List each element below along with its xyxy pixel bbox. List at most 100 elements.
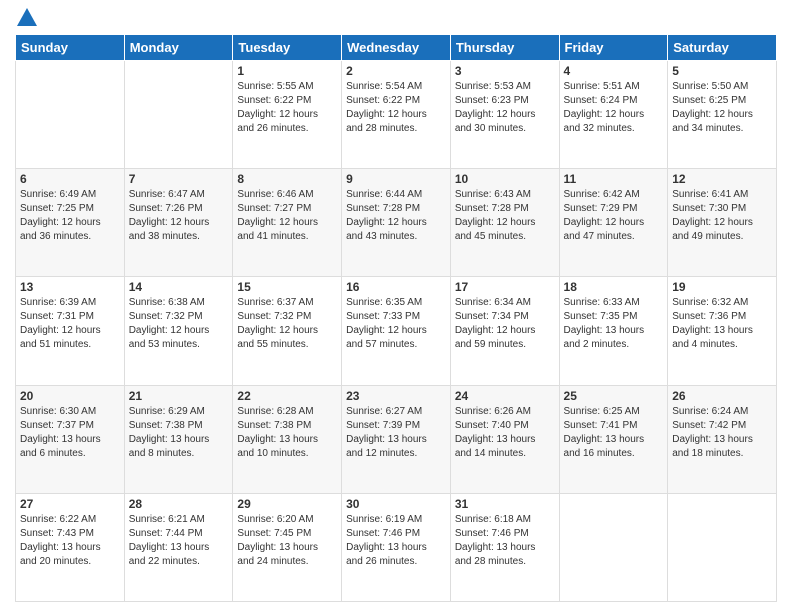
- day-number: 7: [129, 172, 229, 186]
- calendar-cell: 18 Sunrise: 6:33 AMSunset: 7:35 PMDayligh…: [559, 277, 668, 385]
- calendar-cell: [668, 493, 777, 601]
- day-number: 24: [455, 389, 555, 403]
- day-number: 30: [346, 497, 446, 511]
- logo-area: [15, 10, 37, 26]
- calendar-cell: [124, 61, 233, 169]
- day-info: Sunrise: 6:22 AMSunset: 7:43 PMDaylight:…: [20, 513, 120, 569]
- day-number: 15: [237, 280, 337, 294]
- day-number: 22: [237, 389, 337, 403]
- day-info: Sunrise: 6:29 AMSunset: 7:38 PMDaylight:…: [129, 405, 229, 461]
- calendar-cell: 3 Sunrise: 5:53 AMSunset: 6:23 PMDaylight…: [450, 61, 559, 169]
- calendar-cell: 8Sunrise: 6:46 AMSunset: 7:27 PMDaylight…: [233, 169, 342, 277]
- calendar-cell: 11 Sunrise: 6:42 AMSunset: 7:29 PMDayligh…: [559, 169, 668, 277]
- calendar-cell: [16, 61, 125, 169]
- day-info: Sunrise: 6:32 AMSunset: 7:36 PMDaylight:…: [672, 296, 772, 352]
- calendar-cell: 1Sunrise: 5:55 AMSunset: 6:22 PMDaylight…: [233, 61, 342, 169]
- calendar-cell: 4 Sunrise: 5:51 AMSunset: 6:24 PMDaylight…: [559, 61, 668, 169]
- calendar-cell: 19 Sunrise: 6:32 AMSunset: 7:36 PMDayligh…: [668, 277, 777, 385]
- day-number: 5: [672, 64, 772, 78]
- calendar-cell: 23 Sunrise: 6:27 AMSunset: 7:39 PMDayligh…: [342, 385, 451, 493]
- day-number: 4: [564, 64, 664, 78]
- calendar-cell: [559, 493, 668, 601]
- day-info: Sunrise: 6:26 AMSunset: 7:40 PMDaylight:…: [455, 405, 555, 461]
- day-info: Sunrise: 6:41 AMSunset: 7:30 PMDaylight:…: [672, 188, 772, 244]
- logo: [15, 10, 37, 26]
- day-number: 19: [672, 280, 772, 294]
- weekday-header-thursday: Thursday: [450, 35, 559, 61]
- weekday-header-wednesday: Wednesday: [342, 35, 451, 61]
- day-info: Sunrise: 6:35 AMSunset: 7:33 PMDaylight:…: [346, 296, 446, 352]
- logo-triangle-icon: [17, 8, 37, 26]
- day-info: Sunrise: 6:44 AMSunset: 7:28 PMDaylight:…: [346, 188, 446, 244]
- calendar-cell: 12 Sunrise: 6:41 AMSunset: 7:30 PMDayligh…: [668, 169, 777, 277]
- calendar-cell: 29 Sunrise: 6:20 AMSunset: 7:45 PMDayligh…: [233, 493, 342, 601]
- day-info: Sunrise: 6:33 AMSunset: 7:35 PMDaylight:…: [564, 296, 664, 352]
- day-info: Sunrise: 6:30 AMSunset: 7:37 PMDaylight:…: [20, 405, 120, 461]
- day-info: Sunrise: 6:24 AMSunset: 7:42 PMDaylight:…: [672, 405, 772, 461]
- day-number: 10: [455, 172, 555, 186]
- weekday-header-saturday: Saturday: [668, 35, 777, 61]
- day-info: Sunrise: 6:42 AMSunset: 7:29 PMDaylight:…: [564, 188, 664, 244]
- day-info: Sunrise: 6:49 AMSunset: 7:25 PMDaylight:…: [20, 188, 120, 244]
- day-number: 29: [237, 497, 337, 511]
- day-info: Sunrise: 6:46 AMSunset: 7:27 PMDaylight:…: [237, 188, 337, 244]
- day-number: 21: [129, 389, 229, 403]
- day-number: 20: [20, 389, 120, 403]
- calendar-cell: 30Sunrise: 6:19 AMSunset: 7:46 PMDayligh…: [342, 493, 451, 601]
- day-info: Sunrise: 5:54 AMSunset: 6:22 PMDaylight:…: [346, 80, 446, 136]
- day-info: Sunrise: 6:43 AMSunset: 7:28 PMDaylight:…: [455, 188, 555, 244]
- day-number: 31: [455, 497, 555, 511]
- weekday-header-friday: Friday: [559, 35, 668, 61]
- calendar-table: SundayMondayTuesdayWednesdayThursdayFrid…: [15, 34, 777, 602]
- day-info: Sunrise: 5:53 AMSunset: 6:23 PMDaylight:…: [455, 80, 555, 136]
- weekday-header-sunday: Sunday: [16, 35, 125, 61]
- calendar-cell: 28 Sunrise: 6:21 AMSunset: 7:44 PMDayligh…: [124, 493, 233, 601]
- calendar-week-2: 6 Sunrise: 6:49 AMSunset: 7:25 PMDaylight…: [16, 169, 777, 277]
- day-number: 3: [455, 64, 555, 78]
- day-info: Sunrise: 6:37 AMSunset: 7:32 PMDaylight:…: [237, 296, 337, 352]
- day-number: 13: [20, 280, 120, 294]
- day-info: Sunrise: 6:20 AMSunset: 7:45 PMDaylight:…: [237, 513, 337, 569]
- day-info: Sunrise: 6:34 AMSunset: 7:34 PMDaylight:…: [455, 296, 555, 352]
- day-info: Sunrise: 5:50 AMSunset: 6:25 PMDaylight:…: [672, 80, 772, 136]
- day-number: 14: [129, 280, 229, 294]
- weekday-header-tuesday: Tuesday: [233, 35, 342, 61]
- day-info: Sunrise: 6:25 AMSunset: 7:41 PMDaylight:…: [564, 405, 664, 461]
- calendar-cell: 13 Sunrise: 6:39 AMSunset: 7:31 PMDayligh…: [16, 277, 125, 385]
- weekday-header-monday: Monday: [124, 35, 233, 61]
- calendar-cell: 25 Sunrise: 6:25 AMSunset: 7:41 PMDayligh…: [559, 385, 668, 493]
- day-info: Sunrise: 6:28 AMSunset: 7:38 PMDaylight:…: [237, 405, 337, 461]
- calendar-cell: 31 Sunrise: 6:18 AMSunset: 7:46 PMDayligh…: [450, 493, 559, 601]
- day-info: Sunrise: 6:21 AMSunset: 7:44 PMDaylight:…: [129, 513, 229, 569]
- day-number: 28: [129, 497, 229, 511]
- day-number: 1: [237, 64, 337, 78]
- day-number: 11: [564, 172, 664, 186]
- calendar-cell: 2 Sunrise: 5:54 AMSunset: 6:22 PMDaylight…: [342, 61, 451, 169]
- day-number: 26: [672, 389, 772, 403]
- day-number: 27: [20, 497, 120, 511]
- day-number: 6: [20, 172, 120, 186]
- calendar-cell: 5 Sunrise: 5:50 AMSunset: 6:25 PMDaylight…: [668, 61, 777, 169]
- calendar-cell: 27 Sunrise: 6:22 AMSunset: 7:43 PMDayligh…: [16, 493, 125, 601]
- calendar-week-1: 1Sunrise: 5:55 AMSunset: 6:22 PMDaylight…: [16, 61, 777, 169]
- day-info: Sunrise: 6:27 AMSunset: 7:39 PMDaylight:…: [346, 405, 446, 461]
- day-number: 16: [346, 280, 446, 294]
- calendar-cell: 20 Sunrise: 6:30 AMSunset: 7:37 PMDayligh…: [16, 385, 125, 493]
- day-info: Sunrise: 6:18 AMSunset: 7:46 PMDaylight:…: [455, 513, 555, 569]
- day-number: 18: [564, 280, 664, 294]
- day-number: 9: [346, 172, 446, 186]
- day-number: 12: [672, 172, 772, 186]
- day-info: Sunrise: 5:51 AMSunset: 6:24 PMDaylight:…: [564, 80, 664, 136]
- calendar-week-4: 20 Sunrise: 6:30 AMSunset: 7:37 PMDayligh…: [16, 385, 777, 493]
- header: [15, 10, 777, 26]
- day-info: Sunrise: 6:39 AMSunset: 7:31 PMDaylight:…: [20, 296, 120, 352]
- calendar-cell: 16 Sunrise: 6:35 AMSunset: 7:33 PMDayligh…: [342, 277, 451, 385]
- calendar-cell: 24 Sunrise: 6:26 AMSunset: 7:40 PMDayligh…: [450, 385, 559, 493]
- day-info: Sunrise: 6:47 AMSunset: 7:26 PMDaylight:…: [129, 188, 229, 244]
- weekday-header-row: SundayMondayTuesdayWednesdayThursdayFrid…: [16, 35, 777, 61]
- day-number: 2: [346, 64, 446, 78]
- page: SundayMondayTuesdayWednesdayThursdayFrid…: [0, 0, 792, 612]
- calendar-cell: 7 Sunrise: 6:47 AMSunset: 7:26 PMDaylight…: [124, 169, 233, 277]
- day-number: 23: [346, 389, 446, 403]
- day-number: 25: [564, 389, 664, 403]
